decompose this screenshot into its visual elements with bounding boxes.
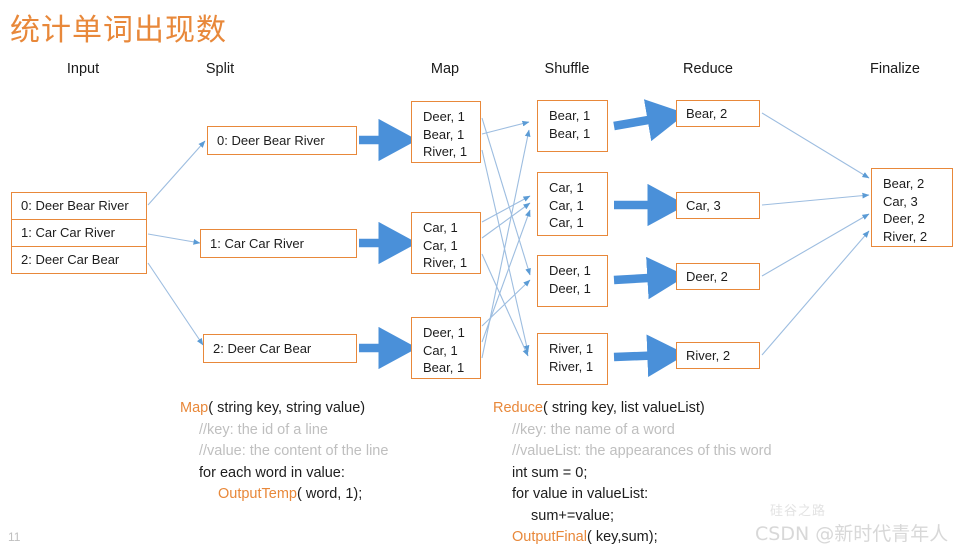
map-box[interactable]: Car, 1 Car, 1 River, 1 xyxy=(411,212,481,274)
code-comment: //value: the content of the line xyxy=(199,443,389,459)
column-header-reduce: Reduce xyxy=(683,61,733,77)
code-line: Map( string key, string value) xyxy=(180,398,388,420)
shuffle-entry: Bear, 1 xyxy=(549,125,591,141)
reduce-pseudocode: Reduce( string key, list valueList) //ke… xyxy=(493,398,772,549)
map-entry: Deer, 1 xyxy=(423,109,465,124)
map-pseudocode: Map( string key, string value) //key: th… xyxy=(180,398,388,506)
shuffle-entry: River, 1 xyxy=(549,341,594,356)
shuffle-entry: Car, 1 xyxy=(549,215,584,231)
map-entry: River, 1 xyxy=(423,144,468,160)
shuffle-box[interactable]: Car, 1 Car, 1 Car, 1 xyxy=(537,172,608,236)
reduce-signature: ( string key, list valueList) xyxy=(542,400,705,416)
reduce-box-text: Deer, 2 xyxy=(686,268,728,284)
reduce-box[interactable]: River, 2 xyxy=(676,342,760,369)
reduce-keyword: Reduce xyxy=(493,400,543,416)
column-header-map: Map xyxy=(430,61,460,77)
reduce-box-text: Car, 3 xyxy=(686,197,721,213)
code-line: for value in valueList: xyxy=(512,486,649,502)
map-entry: Bear, 1 xyxy=(423,126,465,142)
map-entry: Car, 1 xyxy=(423,237,458,253)
map-entry: Car, 1 xyxy=(423,342,458,358)
shuffle-box[interactable]: River, 1 River, 1 xyxy=(537,333,608,385)
input-row[interactable]: 1: Car Car River xyxy=(11,219,147,246)
shuffle-box[interactable]: Deer, 1 Deer, 1 xyxy=(537,255,608,307)
map-entry: Deer, 1 xyxy=(423,325,465,340)
map-entry: Car, 1 xyxy=(423,220,458,235)
code-line: OutputFinal( key,sum); xyxy=(493,527,772,549)
code-line: Reduce( string key, list valueList) xyxy=(493,398,772,420)
outputtemp-args: ( word, 1); xyxy=(297,486,363,502)
code-comment: //key: the id of a line xyxy=(199,421,328,438)
outputtemp-keyword: OutputTemp xyxy=(218,486,297,502)
code-comment: //key: the name of a word xyxy=(512,421,675,438)
reduce-box[interactable]: Bear, 2 xyxy=(676,100,760,127)
code-line: OutputTemp( word, 1); xyxy=(180,484,388,506)
split-box-text: 1: Car Car River xyxy=(210,235,304,251)
input-table: 0: Deer Bear River 1: Car Car River 2: D… xyxy=(11,192,147,274)
map-box[interactable]: Deer, 1 Bear, 1 River, 1 xyxy=(411,101,481,163)
column-header-finalize: Finalize xyxy=(870,61,920,77)
finalize-box[interactable]: Bear, 2 Car, 3 Deer, 2 River, 2 xyxy=(871,168,953,247)
code-comment: //valueList: the appearances of this wor… xyxy=(512,443,772,459)
code-line: for each word in value: xyxy=(199,464,345,481)
shuffle-entry: Car, 1 xyxy=(549,197,584,213)
finalize-entry: River, 2 xyxy=(883,228,928,244)
shuffle-entry: River, 1 xyxy=(549,358,594,374)
column-header-input: Input xyxy=(66,61,100,77)
reduce-box-text: Bear, 2 xyxy=(686,105,728,121)
code-line: int sum = 0; xyxy=(512,464,588,481)
shuffle-box[interactable]: Bear, 1 Bear, 1 xyxy=(537,100,608,152)
split-box[interactable]: 1: Car Car River xyxy=(200,229,357,258)
connector-layer xyxy=(147,99,870,377)
split-box-text: 2: Deer Car Bear xyxy=(213,340,312,356)
map-entry: Bear, 1 xyxy=(423,360,465,376)
reduce-box[interactable]: Car, 3 xyxy=(676,192,760,219)
split-box[interactable]: 0: Deer Bear River xyxy=(207,126,357,155)
code-line: sum+=value; xyxy=(531,507,615,524)
finalize-entry: Car, 3 xyxy=(883,193,918,209)
column-header-shuffle: Shuffle xyxy=(544,61,590,77)
page-title: 统计单词出现数 xyxy=(10,13,227,48)
page-number: 11 xyxy=(8,530,21,544)
finalize-entry: Bear, 2 xyxy=(883,176,925,191)
outputfinal-keyword: OutputFinal xyxy=(512,529,587,545)
input-row[interactable]: 2: Deer Car Bear xyxy=(11,246,147,274)
slide-canvas: 统计单词出现数 Input Split Map Shuffle Reduce F… xyxy=(0,0,975,552)
reduce-box-text: River, 2 xyxy=(686,347,731,363)
input-row[interactable]: 0: Deer Bear River xyxy=(11,192,147,219)
shuffle-entry: Deer, 1 xyxy=(549,280,591,296)
shuffle-entry: Car, 1 xyxy=(549,180,584,195)
map-signature: ( string key, string value) xyxy=(208,400,366,416)
map-box[interactable]: Deer, 1 Car, 1 Bear, 1 xyxy=(411,317,481,379)
split-box[interactable]: 2: Deer Car Bear xyxy=(203,334,357,363)
finalize-entry: Deer, 2 xyxy=(883,211,925,227)
outputfinal-args: ( key,sum); xyxy=(586,529,658,545)
column-header-split: Split xyxy=(205,61,235,77)
map-entry: River, 1 xyxy=(423,255,468,271)
watermark-cn: 硅谷之路 xyxy=(770,504,827,519)
reduce-box[interactable]: Deer, 2 xyxy=(676,263,760,290)
map-keyword: Map xyxy=(180,400,209,416)
watermark-csdn: CSDN @新时代青年人 xyxy=(755,523,949,545)
split-box-text: 0: Deer Bear River xyxy=(217,132,325,148)
shuffle-entry: Deer, 1 xyxy=(549,263,591,278)
shuffle-entry: Bear, 1 xyxy=(549,108,591,123)
